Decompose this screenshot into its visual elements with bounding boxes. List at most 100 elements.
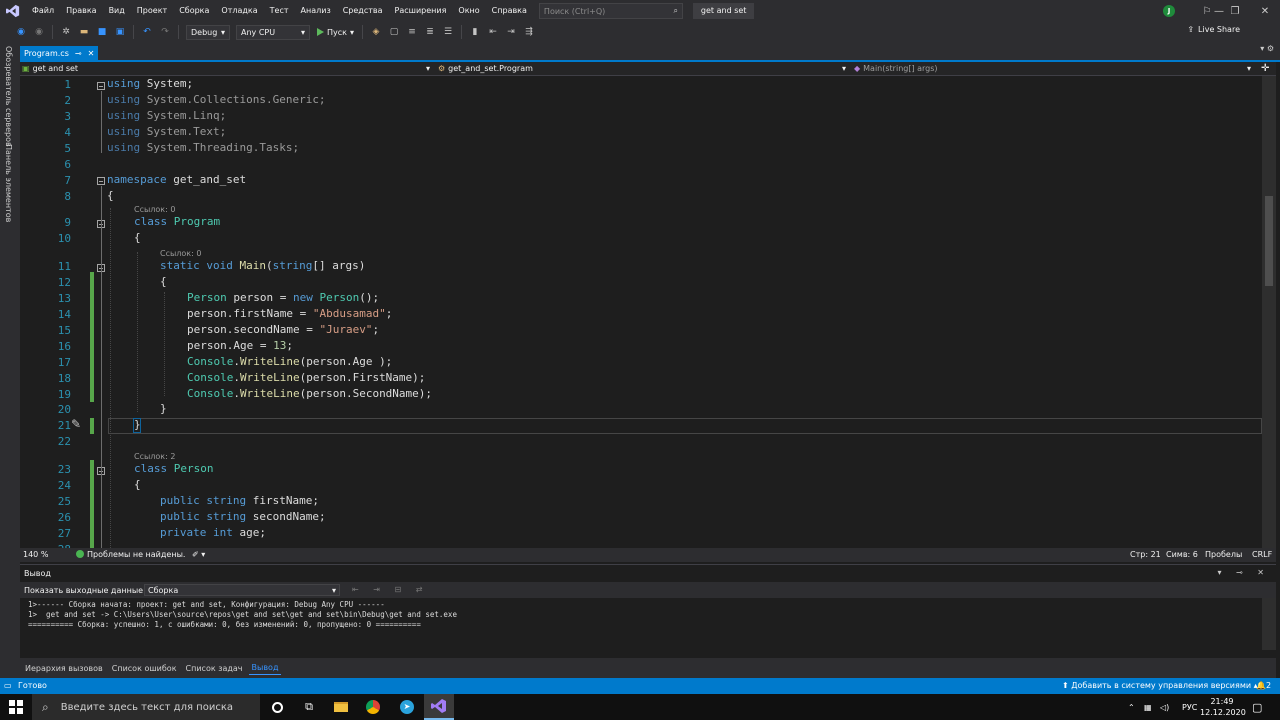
tab-output[interactable]: Вывод bbox=[248, 661, 282, 675]
output-nav-icons[interactable]: ⇤ ⇥ ⊟ ⇄ bbox=[352, 585, 428, 594]
line-number: 24 bbox=[57, 479, 71, 492]
menu-help[interactable]: Справка bbox=[486, 0, 533, 22]
panel-options-icon[interactable]: ▾ ⊸ ✕ bbox=[1217, 568, 1270, 577]
save-icon[interactable]: ■ bbox=[94, 24, 110, 40]
step-icon[interactable]: ▢ bbox=[386, 24, 402, 40]
output-title: Вывод bbox=[24, 569, 51, 578]
codelens-references[interactable]: Ссылок: 0 bbox=[134, 205, 175, 214]
menu-build[interactable]: Сборка bbox=[173, 0, 215, 22]
code-editor[interactable]: 1 2 3 4 5 6 7 8 9 10 11 12 13 14 15 16 1… bbox=[20, 76, 1262, 548]
code-cleanup-icon[interactable]: ✐ ▾ bbox=[192, 550, 205, 559]
collapse-toggle[interactable] bbox=[97, 82, 105, 90]
tab-error-list[interactable]: Список ошибок bbox=[109, 662, 180, 675]
open-file-icon[interactable]: ▬ bbox=[76, 24, 92, 40]
network-icon[interactable]: ▦ bbox=[1144, 694, 1152, 720]
configuration-select[interactable]: Debug ▾ bbox=[186, 24, 230, 40]
issues-indicator[interactable]: Проблемы не найдены. bbox=[76, 550, 185, 559]
collapse-toggle[interactable] bbox=[97, 177, 105, 185]
tab-list-dropdown-icon[interactable]: ▾ ⚙ bbox=[1260, 44, 1274, 53]
telegram-icon[interactable]: ➤ bbox=[392, 694, 422, 720]
codelens-references[interactable]: Ссылок: 2 bbox=[134, 452, 175, 461]
search-input[interactable]: Поиск (Ctrl+Q) ⌕ bbox=[538, 3, 683, 19]
forward-icon[interactable]: ◉ bbox=[31, 24, 47, 40]
platform-select[interactable]: Any CPU ▾ bbox=[236, 24, 310, 40]
menu-view[interactable]: Вид bbox=[103, 0, 131, 22]
windows-taskbar: ⌕ Введите здесь текст для поиска ⧉ ➤ ⌃ ▦… bbox=[0, 694, 1280, 720]
menu-edit[interactable]: Правка bbox=[60, 0, 102, 22]
language-indicator[interactable]: РУС bbox=[1182, 694, 1197, 720]
editor-scrollbar[interactable] bbox=[1262, 76, 1276, 548]
notifications-badge[interactable]: 🔔2 bbox=[1256, 681, 1271, 690]
chevron-down-icon[interactable]: ▾ bbox=[842, 62, 846, 75]
outline-line bbox=[101, 186, 102, 548]
new-project-icon[interactable]: ✲ bbox=[58, 24, 74, 40]
tray-overflow-icon[interactable]: ⌃ bbox=[1128, 694, 1135, 720]
quick-actions-icon[interactable]: ✎ bbox=[71, 417, 81, 431]
output-source-select[interactable]: Сборка ▾ bbox=[144, 584, 340, 596]
browser-link-icon[interactable]: ◈ bbox=[368, 24, 384, 40]
zoom-level[interactable]: 140 % bbox=[23, 550, 48, 559]
add-split-icon[interactable]: ✛ bbox=[1261, 62, 1269, 75]
toolbox-tab[interactable]: Панель элементов bbox=[4, 144, 13, 222]
bookmark-clear-icon[interactable]: ⇶ bbox=[521, 24, 537, 40]
format-icon[interactable]: ≣ bbox=[422, 24, 438, 40]
line-ending[interactable]: CRLF bbox=[1252, 550, 1272, 559]
source-control-button[interactable]: ⬆ Добавить в систему управления версиями… bbox=[1062, 681, 1258, 690]
avatar[interactable]: J bbox=[1163, 5, 1175, 17]
tab-task-list[interactable]: Список задач bbox=[183, 662, 246, 675]
tab-call-hierarchy[interactable]: Иерархия вызовов bbox=[22, 662, 106, 675]
comment-icon[interactable]: ☰ bbox=[440, 24, 456, 40]
menu-extensions[interactable]: Расширения bbox=[389, 0, 453, 22]
whitespace-mode[interactable]: Пробелы bbox=[1205, 550, 1242, 559]
live-share-button[interactable]: ⇪ Live Share bbox=[1187, 25, 1240, 34]
menu-tools[interactable]: Средства bbox=[337, 0, 389, 22]
bookmark-icon[interactable]: ▮ bbox=[467, 24, 483, 40]
volume-icon[interactable]: ◁) bbox=[1160, 694, 1169, 720]
align-icon[interactable]: ≡ bbox=[404, 24, 420, 40]
server-explorer-tab[interactable]: Обозреватель серверов bbox=[4, 46, 13, 147]
maximize-button[interactable]: ❐ bbox=[1220, 0, 1250, 22]
taskbar-search-input[interactable]: ⌕ Введите здесь текст для поиска bbox=[32, 694, 260, 720]
menu-debug[interactable]: Отладка bbox=[215, 0, 263, 22]
system-clock[interactable]: 21:49 12.12.2020 bbox=[1200, 696, 1246, 718]
menu-window[interactable]: Окно bbox=[452, 0, 485, 22]
chevron-down-icon[interactable]: ▾ bbox=[1247, 62, 1251, 75]
redo-icon[interactable]: ↷ bbox=[157, 24, 173, 40]
close-button[interactable]: ✕ bbox=[1250, 0, 1280, 22]
project-dropdown[interactable]: ▣ get and set bbox=[22, 62, 434, 75]
windows-start-button[interactable] bbox=[0, 694, 32, 720]
codelens-references[interactable]: Ссылок: 0 bbox=[160, 249, 201, 258]
cursor-row: Стр: 21 bbox=[1130, 550, 1161, 559]
task-view-icon[interactable]: ⧉ bbox=[294, 694, 324, 720]
visual-studio-taskbar-icon[interactable] bbox=[424, 694, 454, 720]
chevron-down-icon[interactable]: ▾ bbox=[426, 62, 430, 75]
member-dropdown[interactable]: ◆ Main(string[] args) bbox=[854, 62, 1254, 75]
close-tab-icon[interactable]: ✕ bbox=[88, 49, 95, 58]
class-dropdown[interactable]: ⚙ get_and_set.Program bbox=[438, 62, 844, 75]
menu-test[interactable]: Тест bbox=[264, 0, 295, 22]
save-all-icon[interactable]: ▣ bbox=[112, 24, 128, 40]
tab-program-cs[interactable]: Program.cs ⊸ ✕ bbox=[20, 46, 99, 60]
output-scrollbar[interactable] bbox=[1262, 598, 1276, 650]
bookmark-prev-icon[interactable]: ⇤ bbox=[485, 24, 501, 40]
output-text[interactable]: 1>------ Сборка начата: проект: get and … bbox=[28, 600, 457, 630]
start-button[interactable]: Пуск ▾ bbox=[317, 28, 354, 37]
file-explorer-icon[interactable] bbox=[326, 694, 356, 720]
menu-analyze[interactable]: Анализ bbox=[295, 0, 337, 22]
cortana-icon[interactable] bbox=[262, 694, 292, 720]
output-source-label: Показать выходные данные из: bbox=[24, 586, 158, 595]
menu-file[interactable]: Файл bbox=[26, 0, 60, 22]
configuration-value: Debug bbox=[191, 27, 218, 37]
back-icon[interactable]: ◉ bbox=[13, 24, 29, 40]
undo-icon[interactable]: ↶ bbox=[139, 24, 155, 40]
chrome-icon[interactable] bbox=[358, 694, 388, 720]
visual-studio-logo-icon[interactable] bbox=[0, 0, 26, 22]
indent-guide bbox=[137, 252, 138, 412]
menu-project[interactable]: Проект bbox=[131, 0, 173, 22]
bookmark-next-icon[interactable]: ⇥ bbox=[503, 24, 519, 40]
chevron-down-icon: ▾ bbox=[300, 27, 305, 37]
scrollbar-thumb[interactable] bbox=[1265, 196, 1273, 286]
pin-icon[interactable]: ⊸ bbox=[75, 49, 82, 58]
menu-bar: Файл Правка Вид Проект Сборка Отладка Те… bbox=[0, 0, 1280, 22]
action-center-icon[interactable]: ▢ bbox=[1252, 694, 1262, 720]
